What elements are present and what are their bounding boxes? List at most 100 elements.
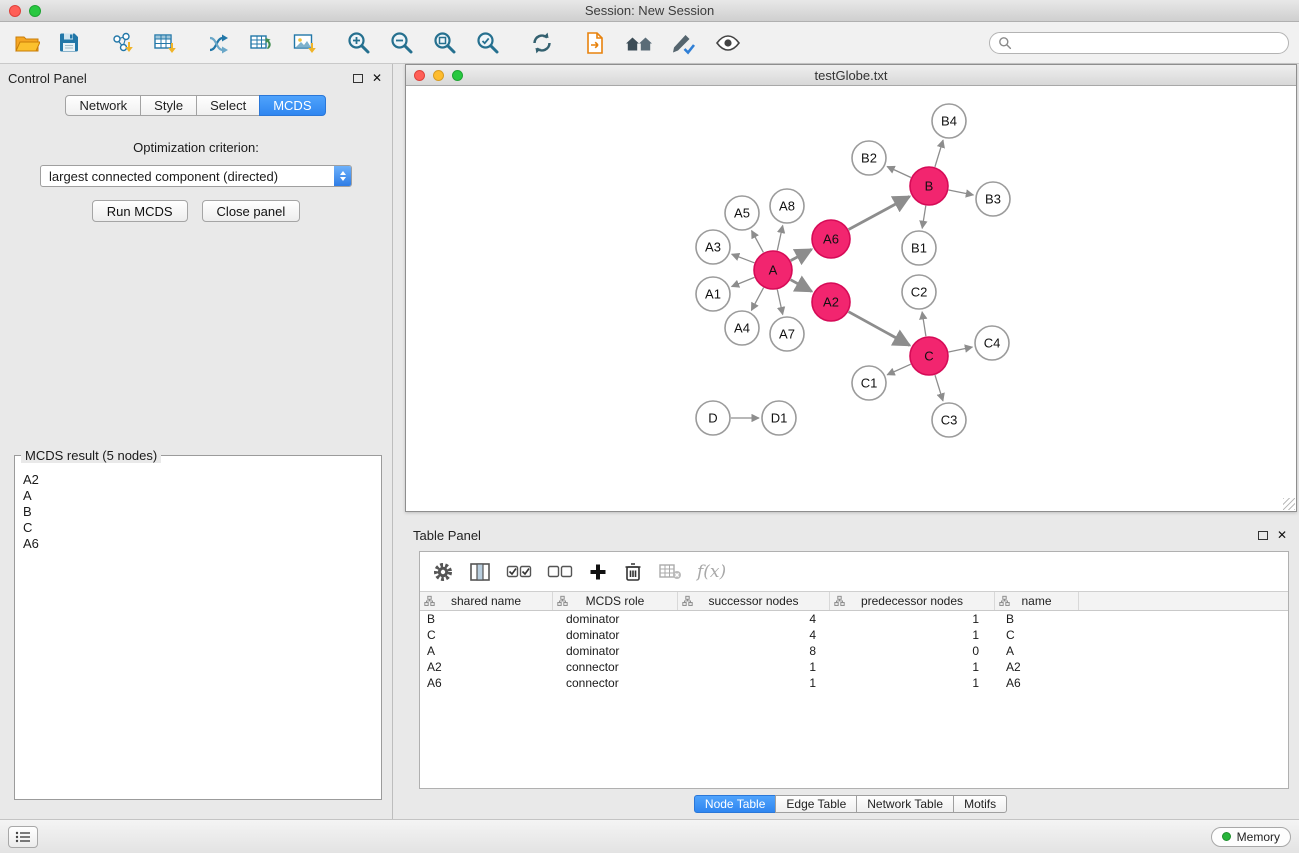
- tab-network[interactable]: Network: [65, 95, 141, 116]
- open-session-button[interactable]: [14, 32, 40, 54]
- unselect-all-button[interactable]: [547, 562, 573, 582]
- table-cell[interactable]: A2: [995, 659, 1079, 675]
- graph-node-D[interactable]: D: [696, 401, 730, 435]
- table-cell[interactable]: connector: [553, 659, 678, 675]
- search-box[interactable]: [989, 32, 1289, 54]
- search-input[interactable]: [1017, 36, 1280, 50]
- zoom-fit-button[interactable]: [432, 30, 458, 56]
- table-cell[interactable]: 8: [678, 643, 830, 659]
- graph-node-A1[interactable]: A1: [696, 277, 730, 311]
- network-zoom-button[interactable]: [452, 70, 463, 81]
- column-header-MCDS-role[interactable]: MCDS role: [553, 592, 678, 610]
- graph-node-C2[interactable]: C2: [902, 275, 936, 309]
- graph-edge-C-C2[interactable]: [922, 312, 926, 336]
- graph-edge-B-B2[interactable]: [887, 167, 911, 178]
- zoom-out-button[interactable]: [389, 30, 415, 56]
- mcds-result-item[interactable]: B: [21, 504, 375, 520]
- zoom-selected-button[interactable]: [475, 30, 501, 56]
- graph-edge-C-C3[interactable]: [935, 375, 943, 401]
- table-cell[interactable]: 1: [830, 675, 995, 691]
- tab-node-table[interactable]: Node Table: [694, 795, 777, 813]
- table-cell[interactable]: C: [420, 627, 553, 643]
- table-row[interactable]: A2connector11A2: [420, 659, 1288, 675]
- graph-node-B4[interactable]: B4: [932, 104, 966, 138]
- apply-style-button[interactable]: [671, 31, 697, 55]
- close-table-panel-button[interactable]: ✕: [1277, 529, 1287, 541]
- branch-network-button[interactable]: [206, 31, 232, 55]
- graph-edge-B-B3[interactable]: [949, 190, 974, 195]
- graph-edge-B-B4[interactable]: [935, 140, 943, 167]
- table-cell[interactable]: A6: [995, 675, 1079, 691]
- list-menu-button[interactable]: [8, 826, 38, 848]
- graph-node-B[interactable]: B: [910, 167, 948, 205]
- graph-node-A4[interactable]: A4: [725, 311, 759, 345]
- graph-edge-C-C4[interactable]: [949, 347, 973, 352]
- column-header-name[interactable]: name: [995, 592, 1079, 610]
- float-table-panel-button[interactable]: [1258, 531, 1268, 540]
- graph-edge-A-A8[interactable]: [777, 226, 782, 251]
- table-cell[interactable]: 4: [678, 611, 830, 627]
- graph-node-B1[interactable]: B1: [902, 231, 936, 265]
- table-cell[interactable]: 1: [678, 675, 830, 691]
- network-canvas[interactable]: B4B2BB3A8A5A6A3B1AC2A1A2A4A7C4CC1C3DD1: [406, 86, 1296, 511]
- graph-node-C4[interactable]: C4: [975, 326, 1009, 360]
- float-panel-button[interactable]: [353, 74, 363, 83]
- tab-select[interactable]: Select: [196, 95, 260, 116]
- import-table-button[interactable]: [152, 31, 178, 55]
- network-window-titlebar[interactable]: testGlobe.txt: [406, 65, 1296, 86]
- save-session-button[interactable]: [57, 31, 81, 55]
- table-cell[interactable]: 1: [830, 611, 995, 627]
- close-window-button[interactable]: [9, 5, 21, 17]
- export-image-button[interactable]: [292, 31, 318, 55]
- table-cell[interactable]: dominator: [553, 611, 678, 627]
- graph-edge-A-A2[interactable]: [791, 280, 812, 292]
- column-header-predecessor-nodes[interactable]: predecessor nodes: [830, 592, 995, 610]
- table-row[interactable]: Adominator80A: [420, 643, 1288, 659]
- table-cell[interactable]: B: [420, 611, 553, 627]
- table-cell[interactable]: 1: [678, 659, 830, 675]
- mcds-result-item[interactable]: A: [21, 488, 375, 504]
- table-cell[interactable]: dominator: [553, 627, 678, 643]
- table-cell[interactable]: 1: [830, 627, 995, 643]
- fullscreen-window-button[interactable]: [29, 5, 41, 17]
- close-panel-button[interactable]: Close panel: [202, 200, 301, 222]
- graph-node-D1[interactable]: D1: [762, 401, 796, 435]
- graph-node-C1[interactable]: C1: [852, 366, 886, 400]
- graph-node-C[interactable]: C: [910, 337, 948, 375]
- table-cell[interactable]: A2: [420, 659, 553, 675]
- table-cell[interactable]: connector: [553, 675, 678, 691]
- graph-edge-A6-B[interactable]: [849, 197, 910, 230]
- column-button[interactable]: [469, 561, 491, 583]
- mcds-result-item[interactable]: A2: [21, 472, 375, 488]
- table-row[interactable]: Bdominator41B: [420, 611, 1288, 627]
- network-close-button[interactable]: [414, 70, 425, 81]
- table-cell[interactable]: B: [995, 611, 1079, 627]
- memory-button[interactable]: Memory: [1211, 827, 1291, 847]
- close-panel-icon-button[interactable]: ✕: [372, 72, 382, 84]
- graph-node-A3[interactable]: A3: [696, 230, 730, 264]
- tab-network-table[interactable]: Network Table: [856, 795, 954, 813]
- table-cell[interactable]: dominator: [553, 643, 678, 659]
- graph-edge-A-A7[interactable]: [777, 290, 782, 315]
- show-hide-panel-button[interactable]: [714, 31, 742, 55]
- graph-node-A2[interactable]: A2: [812, 283, 850, 321]
- table-cell[interactable]: A: [995, 643, 1079, 659]
- table-cell[interactable]: A: [420, 643, 553, 659]
- mcds-result-item[interactable]: C: [21, 520, 375, 536]
- tab-edge-table[interactable]: Edge Table: [775, 795, 857, 813]
- table-cell[interactable]: 1: [830, 659, 995, 675]
- add-row-button[interactable]: [588, 562, 608, 582]
- graph-edge-B-B1[interactable]: [922, 206, 926, 229]
- zoom-in-button[interactable]: [346, 30, 372, 56]
- optimization-criterion-select[interactable]: largest connected component (directed): [40, 165, 352, 187]
- delete-row-button[interactable]: [623, 561, 643, 583]
- column-header-successor-nodes[interactable]: successor nodes: [678, 592, 830, 610]
- graph-node-A8[interactable]: A8: [770, 189, 804, 223]
- import-network-button[interactable]: [109, 31, 135, 55]
- graph-node-B3[interactable]: B3: [976, 182, 1010, 216]
- graph-edge-A-A3[interactable]: [732, 254, 755, 263]
- graph-edge-A-A1[interactable]: [732, 277, 755, 286]
- mcds-result-item[interactable]: A6: [21, 536, 375, 552]
- graph-edge-A-A6[interactable]: [791, 249, 812, 260]
- table-cell[interactable]: 4: [678, 627, 830, 643]
